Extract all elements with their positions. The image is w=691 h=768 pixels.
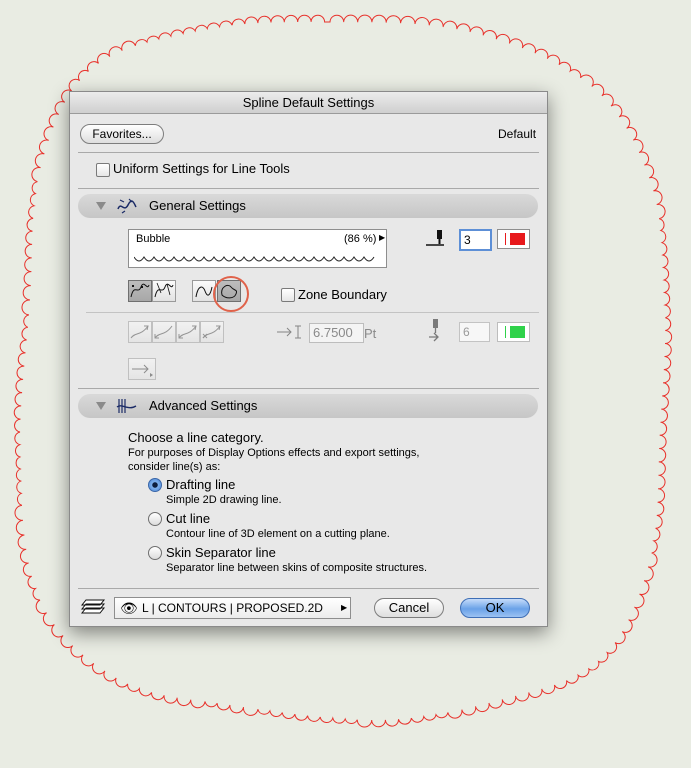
pen-icon — [426, 230, 444, 246]
general-settings-title: General Settings — [149, 198, 246, 213]
arrow-start-button[interactable] — [152, 321, 176, 343]
cut-line-label: Cut line — [166, 511, 211, 526]
arrow-end-icon — [154, 325, 173, 339]
cancel-button[interactable]: Cancel — [374, 598, 444, 618]
general-settings-header[interactable]: General Settings — [78, 194, 538, 218]
bezier-spline-icon — [154, 282, 174, 298]
chevron-right-icon: ▶ — [379, 233, 386, 242]
advanced-settings-title: Advanced Settings — [149, 398, 258, 413]
arrow-cross-icon — [202, 325, 221, 339]
arrow-pen-color-swatch — [510, 326, 525, 338]
natural-spline-button[interactable] — [128, 280, 152, 302]
drafting-line-description: Simple 2D drawing line. — [166, 494, 282, 506]
line-type-name: Bubble — [136, 233, 171, 245]
general-settings-icon — [117, 198, 137, 214]
skin-separator-line-label: Skin Separator line — [166, 545, 276, 560]
favorites-button[interactable]: Favorites... — [80, 124, 164, 144]
arrow-type-button[interactable] — [128, 358, 156, 380]
arrow-both-button[interactable] — [200, 321, 224, 343]
arrow-pen-icon — [429, 319, 439, 342]
arrow-pen-color-button[interactable] — [497, 322, 530, 342]
divider — [78, 588, 539, 589]
uniform-settings-checkbox[interactable] — [96, 163, 110, 177]
arrow-pen-color-separator — [505, 326, 506, 338]
arrow-pen-number-field[interactable]: 6 — [459, 322, 490, 342]
line-category-description: For purposes of Display Options effects … — [128, 447, 420, 473]
disclosure-triangle-icon[interactable] — [96, 202, 106, 210]
line-type-selector[interactable]: Bubble (86 %) ▶ — [128, 229, 387, 268]
divider — [78, 388, 539, 389]
divider — [78, 152, 539, 153]
line-type-scale: (86 %) — [344, 233, 377, 245]
spline-settings-dialog: Spline Default Settings Favorites... Def… — [69, 91, 548, 627]
natural-spline-icon — [130, 283, 150, 298]
ok-button[interactable]: OK — [460, 598, 530, 618]
dialog-title: Spline Default Settings — [70, 92, 547, 114]
chevron-right-icon: ▶ — [341, 603, 348, 612]
default-label: Default — [498, 127, 537, 141]
zone-boundary-checkbox[interactable] — [281, 288, 295, 302]
advanced-settings-icon — [116, 399, 137, 413]
arrow-none-button[interactable] — [128, 321, 152, 343]
pen-color-button[interactable] — [497, 229, 530, 249]
cut-line-description: Contour line of 3D element on a cutting … — [166, 528, 390, 540]
open-spline-icon — [195, 286, 213, 298]
eye-icon: 👁 — [120, 600, 138, 616]
arrow-size-unit: Pt — [364, 326, 377, 341]
bezier-spline-button[interactable] — [152, 280, 176, 302]
arrow-size-icon — [277, 325, 301, 339]
pen-color-separator — [505, 233, 506, 245]
arrow-end-button[interactable] — [176, 321, 200, 343]
zone-boundary-label: Zone Boundary — [298, 287, 387, 302]
line-category-heading: Choose a line category. — [128, 430, 264, 445]
layers-icon — [80, 599, 106, 614]
drafting-line-radio[interactable] — [148, 478, 162, 492]
divider — [86, 312, 539, 313]
bubble-line-preview — [134, 256, 375, 262]
skin-separator-line-description: Separator line between skins of composit… — [166, 562, 428, 574]
pen-number-field[interactable]: 3 — [459, 229, 492, 251]
advanced-settings-header[interactable]: Advanced Settings — [78, 394, 538, 418]
drafting-line-label: Drafting line — [166, 477, 236, 492]
uniform-settings-label: Uniform Settings for Line Tools — [113, 161, 290, 176]
arrow-start-icon — [130, 325, 149, 339]
pen-color-swatch — [510, 233, 525, 245]
layer-selector[interactable]: 👁 L | CONTOURS | PROPOSED.2D ▶ — [114, 597, 351, 619]
layer-name: L | CONTOURS | PROPOSED.2D — [142, 601, 323, 615]
arrow-right-icon — [132, 364, 153, 377]
cut-line-radio[interactable] — [148, 512, 162, 526]
disclosure-triangle-icon[interactable] — [96, 402, 106, 410]
highlight-circle — [213, 276, 249, 312]
arrow-both-icon — [178, 325, 197, 339]
skin-separator-line-radio[interactable] — [148, 546, 162, 560]
divider — [78, 188, 539, 189]
arrow-size-field[interactable]: 6.7500 — [309, 323, 364, 343]
